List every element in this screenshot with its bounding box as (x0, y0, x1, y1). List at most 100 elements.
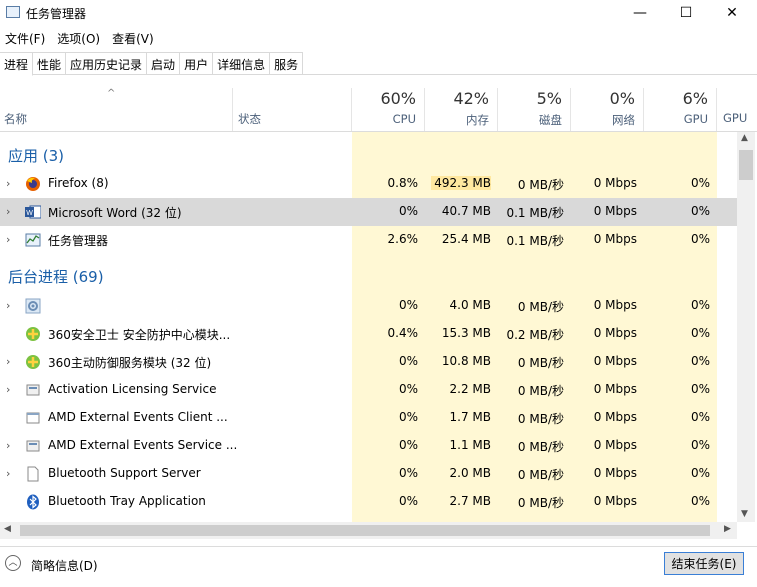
disk-value: 0.1 MB/秒 (506, 206, 564, 220)
memory-total: 42% (453, 89, 489, 108)
gpu-value: 0% (690, 438, 710, 452)
network-value: 0 Mbps (593, 494, 637, 508)
disk-value: 0 MB/秒 (517, 300, 564, 314)
cpu-value: 0% (398, 204, 418, 218)
close-button[interactable]: ✕ (709, 0, 755, 26)
cpu-value: 0% (398, 438, 418, 452)
column-header-network[interactable]: 0% 网络 (571, 88, 644, 131)
disk-value: 0 MB/秒 (517, 178, 564, 192)
gpu-value: 0% (690, 410, 710, 424)
gpu-value: 0% (690, 326, 710, 340)
cpu-value: 0% (398, 382, 418, 396)
scroll-left-icon[interactable]: ◀ (4, 524, 11, 534)
network-value: 0 Mbps (593, 326, 637, 340)
process-row[interactable]: › 0% 4.0 MB 0 MB/秒 0 Mbps 0% (0, 292, 737, 320)
end-task-button[interactable]: 结束任务(E) (664, 552, 744, 575)
menu-options[interactable]: 选项(O) (52, 27, 107, 49)
scroll-up-icon[interactable]: ▲ (741, 133, 748, 143)
collapse-chevron-icon[interactable]: ︿ (5, 555, 21, 571)
section-background-processes[interactable]: 后台进程 (69) (8, 266, 104, 287)
process-row[interactable]: › Firefox (8) 0.8% 492.3 MB 0 MB/秒 0 Mbp… (0, 170, 737, 198)
expand-chevron-icon[interactable]: › (6, 205, 10, 218)
tab-performance[interactable]: 性能 (33, 52, 67, 75)
maximize-button[interactable]: ☐ (663, 0, 709, 26)
window-title: 任务管理器 (26, 7, 87, 21)
process-name: Activation Licensing Service (48, 382, 217, 396)
network-value: 0 Mbps (593, 298, 637, 312)
process-name: Bluetooth Support Server (48, 466, 201, 480)
application-icon (26, 412, 40, 424)
gear-icon (25, 298, 41, 314)
gpu-total: 6% (682, 89, 708, 108)
column-header-cpu[interactable]: 60% CPU (352, 88, 425, 131)
footer (0, 546, 757, 587)
gpu-value: 0% (690, 466, 710, 480)
tab-details[interactable]: 详细信息 (213, 52, 271, 75)
scroll-right-icon[interactable]: ▶ (724, 524, 731, 534)
column-header-gpu[interactable]: 6% GPU (644, 88, 717, 131)
process-row[interactable]: Bluetooth Tray Application 0% 2.7 MB 0 M… (0, 488, 737, 516)
memory-value: 492.3 MB (431, 176, 491, 190)
task-manager-icon (6, 6, 20, 18)
header-divider (0, 131, 757, 132)
cpu-total: 60% (380, 89, 416, 108)
column-header-name[interactable]: 名称 (4, 111, 27, 127)
expand-chevron-icon[interactable]: › (6, 355, 10, 368)
expand-chevron-icon[interactable]: › (6, 467, 10, 480)
cpu-value: 0% (398, 494, 418, 508)
gpu-value: 0% (690, 494, 710, 508)
expand-chevron-icon[interactable]: › (6, 383, 10, 396)
column-header-memory[interactable]: 42% 内存 (425, 88, 498, 131)
network-value: 0 Mbps (593, 204, 637, 218)
tab-startup[interactable]: 启动 (147, 52, 181, 75)
minimize-button[interactable]: — (617, 0, 663, 26)
vertical-scroll-thumb[interactable] (739, 150, 753, 180)
expand-chevron-icon[interactable]: › (6, 299, 10, 312)
process-row[interactable]: › Bluetooth Support Server 0% 2.0 MB 0 M… (0, 460, 737, 488)
column-header-gpu-engine[interactable]: GPU (723, 111, 747, 125)
process-row[interactable]: › Activation Licensing Service 0% 2.2 MB… (0, 376, 737, 404)
document-icon (27, 466, 39, 482)
expand-chevron-icon[interactable]: › (6, 177, 10, 190)
disk-label: 磁盘 (539, 113, 562, 127)
tab-app-history[interactable]: 应用历史记录 (66, 52, 148, 75)
memory-value: 1.7 MB (449, 410, 491, 424)
memory-value: 15.3 MB (441, 326, 491, 340)
column-header-disk[interactable]: 5% 磁盘 (498, 88, 571, 131)
tab-strip: 进程 性能 应用历史记录 启动 用户 详细信息 服务 (0, 52, 757, 76)
scroll-down-icon[interactable]: ▼ (741, 509, 748, 519)
process-name: Bluetooth Tray Application (48, 494, 206, 508)
section-apps[interactable]: 应用 (3) (8, 145, 64, 166)
process-row[interactable]: › W Microsoft Word (32 位) 0% 40.7 MB 0.1… (0, 198, 737, 226)
process-row[interactable]: 360安全卫士 安全防护中心模块... 0.4% 15.3 MB 0.2 MB/… (0, 320, 737, 348)
menu-file[interactable]: 文件(F) (0, 27, 52, 49)
tab-services[interactable]: 服务 (270, 52, 304, 75)
gpu-value: 0% (690, 298, 710, 312)
bluetooth-icon (27, 494, 39, 510)
tab-users[interactable]: 用户 (180, 52, 214, 75)
menu-view[interactable]: 查看(V) (107, 27, 161, 49)
memory-value: 2.7 MB (449, 494, 491, 508)
disk-value: 0.1 MB/秒 (506, 234, 564, 248)
horizontal-scroll-thumb[interactable] (20, 525, 710, 536)
expand-chevron-icon[interactable]: › (6, 233, 10, 246)
process-row[interactable]: › 360主动防御服务模块 (32 位) 0% 10.8 MB 0 MB/秒 0… (0, 348, 737, 376)
disk-value: 0 MB/秒 (517, 384, 564, 398)
vertical-scrollbar[interactable] (737, 132, 755, 522)
process-row[interactable]: AMD External Events Client ... 0% 1.7 MB… (0, 404, 737, 432)
column-header-status[interactable]: 状态 (238, 111, 261, 127)
cpu-value: 2.6% (387, 232, 419, 246)
memory-value: 2.2 MB (449, 382, 491, 396)
memory-value: 1.1 MB (449, 438, 491, 452)
disk-value: 0 MB/秒 (517, 356, 564, 370)
gpu-value: 0% (690, 354, 710, 368)
expand-chevron-icon[interactable]: › (6, 439, 10, 452)
fewer-details-link[interactable]: 简略信息(D) (31, 557, 98, 574)
process-name: AMD External Events Service ... (48, 438, 238, 452)
process-row[interactable]: › 任务管理器 2.6% 25.4 MB 0.1 MB/秒 0 Mbps 0% (0, 226, 737, 254)
process-row[interactable]: › AMD External Events Service ... 0% 1.1… (0, 432, 737, 460)
memory-value: 4.0 MB (449, 298, 491, 312)
tab-processes[interactable]: 进程 (0, 52, 34, 76)
network-value: 0 Mbps (593, 176, 637, 190)
disk-total: 5% (536, 89, 562, 108)
